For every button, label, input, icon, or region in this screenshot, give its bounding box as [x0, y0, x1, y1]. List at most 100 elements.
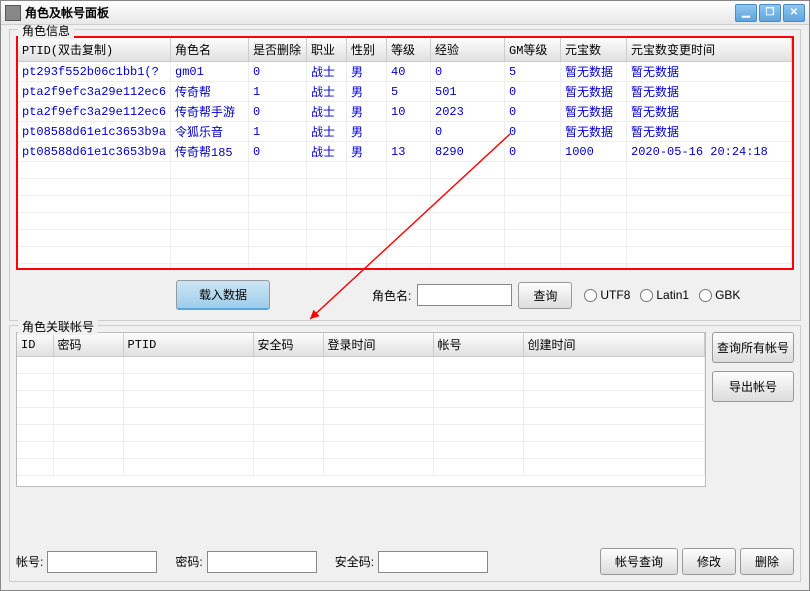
table-cell: [387, 122, 431, 142]
table-cell: 暂无数据: [627, 62, 792, 82]
table-cell: 暂无数据: [627, 122, 792, 142]
table-cell: 男: [347, 82, 387, 102]
table-cell: 暂无数据: [627, 102, 792, 122]
table-cell: pt293f552b06c1bb1(?: [18, 62, 171, 82]
role-table-header[interactable]: 是否删除: [249, 38, 307, 62]
radio-utf8[interactable]: UTF8: [584, 288, 630, 302]
table-cell: 战士: [307, 142, 347, 162]
export-accounts-button[interactable]: 导出帐号: [712, 371, 794, 402]
role-table-header[interactable]: 性别: [347, 38, 387, 62]
table-cell: 1000: [561, 142, 627, 162]
table-cell: 0: [505, 122, 561, 142]
role-info-title: 角色信息: [18, 25, 74, 39]
account-table-header[interactable]: PTID: [123, 333, 253, 357]
account-query-button[interactable]: 帐号查询: [600, 548, 678, 575]
table-cell: 1: [249, 122, 307, 142]
table-cell: 13: [387, 142, 431, 162]
query-all-accounts-button[interactable]: 查询所有帐号: [712, 332, 794, 363]
table-cell: 男: [347, 142, 387, 162]
table-cell: 令狐乐音: [171, 122, 249, 142]
table-cell: 501: [431, 82, 505, 102]
account-table-header[interactable]: ID: [17, 333, 53, 357]
minimize-button[interactable]: ▁: [735, 4, 757, 22]
radio-latin1[interactable]: Latin1: [640, 288, 689, 302]
account-table-header[interactable]: 帐号: [433, 333, 523, 357]
role-table-header[interactable]: 元宝数: [561, 38, 627, 62]
table-cell: 暂无数据: [561, 62, 627, 82]
table-cell: 0: [505, 102, 561, 122]
role-table-header[interactable]: 经验: [431, 38, 505, 62]
radio-gbk[interactable]: GBK: [699, 288, 740, 302]
table-cell: pta2f9efc3a29e112ec6: [18, 82, 171, 102]
account-title: 角色关联帐号: [18, 318, 98, 335]
close-button[interactable]: ✕: [783, 4, 805, 22]
security-code-input[interactable]: [378, 551, 488, 573]
account-table-header[interactable]: 创建时间: [523, 333, 705, 357]
role-table-header[interactable]: 角色名: [171, 38, 249, 62]
password-input[interactable]: [207, 551, 317, 573]
role-table-header[interactable]: PTID(双击复制): [18, 38, 171, 62]
table-cell: 1: [249, 82, 307, 102]
role-table-header[interactable]: 元宝数变更时间: [627, 38, 792, 62]
table-cell: 2023: [431, 102, 505, 122]
table-cell: 2020-05-16 20:24:18: [627, 142, 792, 162]
table-cell: 暂无数据: [561, 102, 627, 122]
role-table: PTID(双击复制)角色名是否删除职业性别等级经验GM等级元宝数元宝数变更时间 …: [18, 38, 792, 270]
table-cell: 8290: [431, 142, 505, 162]
security-code-label: 安全码:: [335, 553, 374, 570]
delete-button[interactable]: 删除: [740, 548, 794, 575]
window-title: 角色及帐号面板: [25, 4, 735, 21]
maximize-button[interactable]: ❐: [759, 4, 781, 22]
account-table-header[interactable]: 安全码: [253, 333, 323, 357]
account-input[interactable]: [47, 551, 157, 573]
table-cell: pt08588d61e1c3653b9a: [18, 142, 171, 162]
table-row[interactable]: pta2f9efc3a29e112ec6传奇帮1战士男55010暂无数据暂无数据: [18, 82, 792, 102]
query-button[interactable]: 查询: [518, 282, 572, 309]
table-cell: pt08588d61e1c3653b9a: [18, 122, 171, 142]
table-cell: 暂无数据: [561, 122, 627, 142]
role-table-header[interactable]: GM等级: [505, 38, 561, 62]
encoding-group: UTF8 Latin1 GBK: [584, 288, 740, 302]
modify-button[interactable]: 修改: [682, 548, 736, 575]
app-icon: [5, 5, 21, 21]
table-cell: 战士: [307, 102, 347, 122]
table-cell: 男: [347, 102, 387, 122]
role-name-label: 角色名:: [372, 287, 411, 304]
role-controls: 载入数据 角色名: 查询 UTF8 Latin1 GBK: [16, 270, 794, 314]
titlebar: 角色及帐号面板 ▁ ❐ ✕: [1, 1, 809, 25]
account-fieldset: 角色关联帐号 ID密码PTID安全码登录时间帐号创建时间 查询: [9, 325, 801, 582]
table-cell: 40: [387, 62, 431, 82]
content: 角色信息 PTID(双击复制)角色名是否删除职业性别等级经验GM等级元宝数元宝数…: [1, 25, 809, 590]
table-cell: 5: [505, 62, 561, 82]
table-cell: 0: [431, 122, 505, 142]
bottom-controls: 帐号: 密码: 安全码: 帐号查询 修改 删除: [16, 538, 794, 575]
table-cell: 传奇帮185: [171, 142, 249, 162]
table-cell: 0: [431, 62, 505, 82]
table-row[interactable]: pta2f9efc3a29e112ec6传奇帮手游0战士男1020230暂无数据…: [18, 102, 792, 122]
table-row[interactable]: pt293f552b06c1bb1(?gm010战士男4005暂无数据暂无数据: [18, 62, 792, 82]
role-table-header[interactable]: 职业: [307, 38, 347, 62]
table-row[interactable]: pt08588d61e1c3653b9a令狐乐音1战士男00暂无数据暂无数据: [18, 122, 792, 142]
table-cell: 0: [249, 102, 307, 122]
table-cell: 0: [505, 82, 561, 102]
table-row[interactable]: pt08588d61e1c3653b9a传奇帮1850战士男1382900100…: [18, 142, 792, 162]
table-cell: 0: [249, 62, 307, 82]
account-table-wrap[interactable]: ID密码PTID安全码登录时间帐号创建时间: [16, 332, 706, 487]
table-cell: 男: [347, 122, 387, 142]
role-table-wrap[interactable]: PTID(双击复制)角色名是否删除职业性别等级经验GM等级元宝数元宝数变更时间 …: [16, 36, 794, 270]
titlebar-buttons: ▁ ❐ ✕: [735, 4, 805, 22]
role-table-header[interactable]: 等级: [387, 38, 431, 62]
side-buttons: 查询所有帐号 导出帐号: [712, 332, 794, 538]
account-table-header[interactable]: 登录时间: [323, 333, 433, 357]
table-cell: 10: [387, 102, 431, 122]
table-cell: pta2f9efc3a29e112ec6: [18, 102, 171, 122]
password-label: 密码:: [175, 553, 202, 570]
window: 角色及帐号面板 ▁ ❐ ✕ 角色信息 PTID(双击复制)角色名是否删除职业性别…: [0, 0, 810, 591]
load-data-button[interactable]: 载入数据: [176, 280, 270, 310]
table-cell: 0: [249, 142, 307, 162]
table-cell: 5: [387, 82, 431, 102]
account-table-header[interactable]: 密码: [53, 333, 123, 357]
role-name-input[interactable]: [417, 284, 512, 306]
table-cell: gm01: [171, 62, 249, 82]
table-cell: 战士: [307, 82, 347, 102]
